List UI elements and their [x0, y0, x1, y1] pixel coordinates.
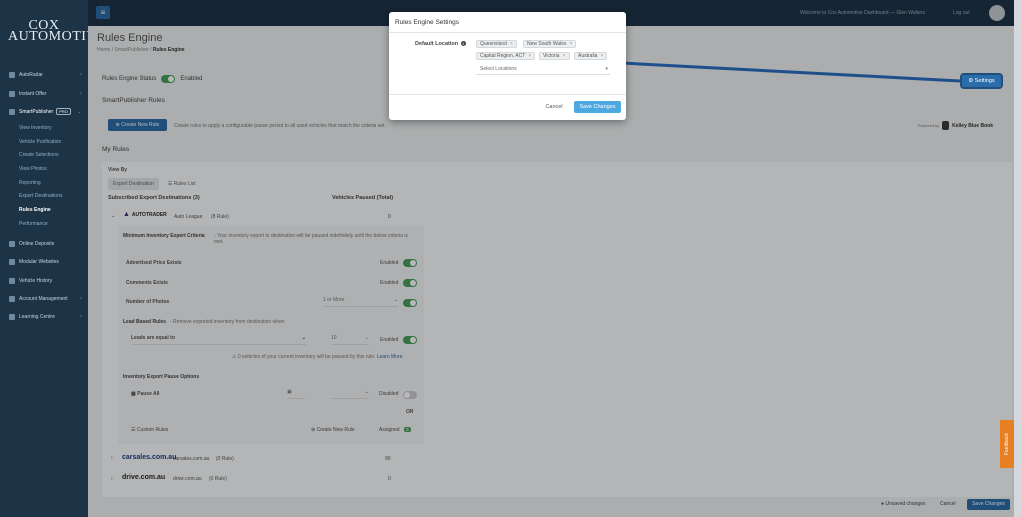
close-icon[interactable]: ×: [563, 53, 566, 59]
tag-label: New South Wales: [527, 41, 567, 47]
modal-save-button[interactable]: Save Changes: [574, 101, 621, 113]
default-location-label: Default Location i: [415, 41, 466, 47]
globe-icon: [9, 259, 15, 266]
sidebar-item-label: AutoRadar: [19, 72, 43, 79]
chevron-right-icon: ›: [80, 72, 82, 79]
modal-title: Rules Engine Settings: [395, 19, 459, 26]
default-location-text: Default Location: [415, 41, 459, 47]
sidebar-item-modular-websites[interactable]: Modular Websites: [0, 253, 88, 271]
modal-cancel-button[interactable]: Cancel: [541, 101, 567, 113]
sidebar-item-instant-offer[interactable]: Instant Offer ›: [0, 84, 88, 102]
sidebar-item-label: Account Management: [19, 296, 68, 303]
settings-label: Settings: [974, 78, 995, 84]
subnav-view-photos[interactable]: View Photos: [0, 162, 88, 176]
sidebar-item-label: Instant Offer: [19, 90, 47, 97]
subnav-label: Performance: [19, 220, 48, 227]
subnav-reporting[interactable]: Reporting: [0, 176, 88, 190]
sidebar-item-label: SmartPublisher: [19, 108, 54, 115]
book-icon: [9, 314, 15, 321]
sidebar-item-smartpublisher[interactable]: SmartPublisher PRO ⌄: [0, 103, 88, 121]
location-tag: Capital Region, ACT ×: [476, 52, 536, 60]
chevron-down-icon: ⌄: [76, 109, 82, 116]
select-locations-dropdown[interactable]: Select Locations ▾: [476, 65, 610, 75]
chevron-right-icon: ›: [80, 314, 82, 321]
sidebar-item-learning-centre[interactable]: Learning Centre ›: [0, 308, 88, 326]
smartpublisher-subnav: View Inventory Vehicle Purification Crea…: [0, 121, 88, 231]
subnav-label: Create Selections: [19, 152, 59, 159]
close-icon[interactable]: ×: [570, 41, 573, 47]
sidebar-item-label: Learning Centre: [19, 314, 55, 321]
dollar-icon: [9, 90, 15, 97]
tag-label: Australia: [578, 53, 598, 59]
subnav-view-inventory[interactable]: View Inventory: [0, 121, 88, 135]
sidebar-nav: AutoRadar › Instant Offer › SmartPublisher…: [0, 66, 88, 327]
gear-icon: [9, 296, 15, 303]
tag-label: Victoria: [543, 53, 560, 59]
history-icon: [9, 277, 15, 284]
subnav-label: Vehicle Purification: [19, 138, 62, 145]
chevron-right-icon: ›: [80, 90, 82, 97]
location-tag: Australia ×: [574, 52, 608, 60]
subnav-export-destinations[interactable]: Export Destinations: [0, 190, 88, 204]
car-icon: [9, 108, 15, 115]
sidebar-item-vehicle-history[interactable]: Vehicle History: [0, 271, 88, 289]
modal-footer-divider: [389, 94, 626, 95]
close-icon[interactable]: ×: [510, 41, 513, 47]
close-icon[interactable]: ×: [600, 53, 603, 59]
select-placeholder: Select Locations: [480, 66, 517, 72]
location-tag: Victoria ×: [539, 52, 570, 60]
subnav-vehicle-purification[interactable]: Vehicle Purification: [0, 135, 88, 149]
subnav-label: Rules Engine: [19, 207, 51, 214]
location-tag: New South Wales ×: [523, 40, 577, 48]
tag-label: Queensland: [480, 41, 507, 47]
radar-icon: [9, 72, 15, 79]
tag-label: Capital Region, ACT: [480, 53, 526, 59]
info-icon[interactable]: i: [460, 41, 466, 47]
sidebar-item-autoradar[interactable]: AutoRadar ›: [0, 66, 88, 84]
subnav-label: Reporting: [19, 179, 41, 186]
subnav-label: Export Destinations: [19, 193, 63, 200]
sidebar-item-online-deposits[interactable]: Online Deposits: [0, 235, 88, 253]
subnav-label: View Inventory: [19, 125, 52, 132]
chevron-right-icon: ›: [80, 296, 82, 303]
close-icon[interactable]: ×: [528, 53, 531, 59]
sidebar: COX AUTOMOTIVE AutoRadar › Instant Offer ›…: [0, 0, 107, 517]
subnav-label: View Photos: [19, 166, 47, 173]
card-icon: [9, 240, 15, 247]
modal-divider: [389, 32, 626, 33]
cox-automotive-logo[interactable]: COX AUTOMOTIVE: [8, 19, 107, 44]
feedback-tab[interactable]: Feedback: [1000, 420, 1014, 468]
settings-modal: Rules Engine Settings Default Location i…: [389, 12, 626, 120]
pro-badge: PRO: [56, 108, 71, 116]
logo-line2: AUTOMOTIVE: [8, 29, 107, 44]
sidebar-item-label: Online Deposits: [19, 240, 55, 247]
location-tag: Queensland ×: [476, 40, 517, 48]
sidebar-item-label: Vehicle History: [19, 277, 53, 284]
settings-button[interactable]: ⚙ Settings: [960, 73, 1003, 89]
scrollbar[interactable]: [1014, 0, 1021, 517]
chevron-down-icon: ▾: [605, 66, 608, 72]
sidebar-item-label: Modular Websites: [19, 259, 59, 266]
subnav-create-selections[interactable]: Create Selections: [0, 149, 88, 163]
sidebar-item-account-management[interactable]: Account Management ›: [0, 290, 88, 308]
subnav-performance[interactable]: Performance: [0, 217, 88, 231]
subnav-rules-engine[interactable]: Rules Engine: [0, 203, 88, 217]
